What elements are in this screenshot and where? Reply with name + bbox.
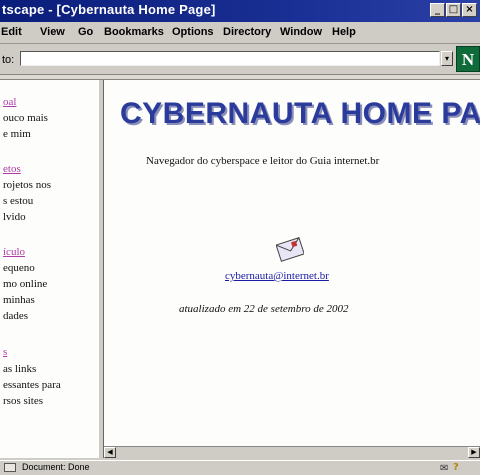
- sidebar-text: mo online: [3, 278, 48, 290]
- sidebar-text: rojetos nos: [3, 179, 51, 191]
- security-key-icon: [4, 463, 16, 472]
- sidebar-link-4[interactable]: s: [3, 346, 7, 358]
- envelope-icon[interactable]: [275, 235, 305, 263]
- sidebar-text: ouco mais: [3, 112, 48, 124]
- menu-go[interactable]: Go: [78, 26, 93, 38]
- menu-options[interactable]: Options: [172, 26, 214, 38]
- browser-window: tscape - [Cybernauta Home Page] _ □ × Ed…: [0, 0, 480, 475]
- close-button[interactable]: ×: [462, 3, 477, 17]
- sidebar-text: equeno: [3, 262, 35, 274]
- chevron-down-icon[interactable]: ▾: [441, 51, 453, 66]
- sidebar-link-3[interactable]: ículo: [3, 246, 25, 258]
- menu-window[interactable]: Window: [280, 26, 322, 38]
- sidebar-text: as links: [3, 363, 37, 375]
- updated-date: atualizado em 22 de setembro de 2002: [179, 303, 349, 315]
- scroll-left-arrow[interactable]: ◀: [104, 447, 116, 458]
- maximize-button[interactable]: □: [446, 3, 461, 17]
- sidebar-link-1[interactable]: oal: [3, 96, 16, 108]
- page-subtitle: Navegador do cyberspace e leitor do Guia…: [146, 155, 380, 167]
- menu-help[interactable]: Help: [332, 26, 356, 38]
- page-title: CYBERNAUTA HOME PAGE: [120, 97, 480, 130]
- email-link[interactable]: cybernauta@internet.br: [225, 270, 329, 282]
- horizontal-scrollbar[interactable]: ◀ ▶: [104, 446, 480, 459]
- main-frame: CYBERNAUTA HOME PAGE Navegador do cybers…: [104, 80, 480, 446]
- menu-bookmarks[interactable]: Bookmarks: [104, 26, 164, 38]
- mail-icon[interactable]: ✉: [440, 463, 448, 474]
- sidebar-text: rsos sites: [3, 395, 44, 407]
- sidebar-text: e mim: [3, 128, 31, 140]
- left-frame: oal ouco mais e mim etos rojetos nos s e…: [0, 80, 98, 458]
- location-input[interactable]: [20, 51, 440, 66]
- status-text: Document: Done: [22, 462, 90, 472]
- menu-edit[interactable]: Edit: [1, 26, 22, 38]
- sidebar-text: dades: [3, 310, 29, 322]
- sidebar-text: essantes para: [3, 379, 61, 391]
- menu-bar: Edit View Go Bookmarks Options Directory…: [0, 23, 480, 44]
- location-label: to:: [2, 54, 15, 66]
- menu-directory[interactable]: Directory: [223, 26, 271, 38]
- status-bar: Document: Done ✉ ?: [0, 460, 480, 475]
- window-title: tscape - [Cybernauta Home Page]: [2, 2, 216, 17]
- help-icon[interactable]: ?: [453, 462, 459, 473]
- window-controls: _ □ ×: [430, 3, 477, 17]
- location-bar: to: ▾ N: [0, 44, 480, 75]
- sidebar-link-2[interactable]: etos: [3, 163, 21, 175]
- title-bar[interactable]: tscape - [Cybernauta Home Page] _ □ ×: [0, 0, 480, 22]
- sidebar-text: s estou: [3, 195, 34, 207]
- scroll-right-arrow[interactable]: ▶: [468, 447, 480, 458]
- sidebar-text: lvido: [3, 211, 26, 223]
- minimize-button[interactable]: _: [430, 3, 445, 17]
- netscape-logo: N: [456, 46, 480, 72]
- sidebar-text: minhas: [3, 294, 35, 306]
- menu-view[interactable]: View: [40, 26, 65, 38]
